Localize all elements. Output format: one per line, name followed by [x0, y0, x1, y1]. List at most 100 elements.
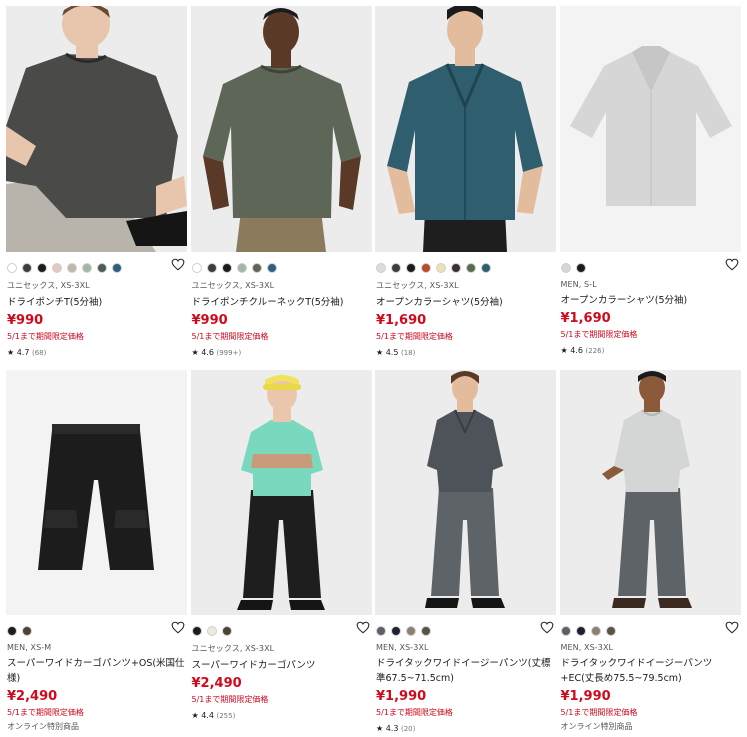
promo-note: 5/1まで期間限定価格 [7, 332, 84, 341]
color-swatches [375, 261, 556, 274]
color-swatch[interactable] [421, 262, 431, 273]
product-card[interactable]: ユニセックス, XS-3XL ドライポンチクルーネックT(5分袖) ¥990 5… [190, 6, 372, 357]
product-name[interactable]: オープンカラーシャツ(5分袖) [375, 295, 556, 310]
color-swatch[interactable] [37, 262, 47, 273]
color-swatch[interactable] [575, 625, 586, 636]
color-swatch[interactable] [436, 262, 446, 273]
color-swatch[interactable] [376, 262, 386, 273]
online-only-note: オンライン特別商品 [7, 722, 79, 731]
product-image[interactable] [6, 370, 187, 615]
color-swatch[interactable] [82, 262, 92, 273]
color-swatch[interactable] [605, 625, 616, 636]
rating-score: 4.6 [201, 348, 214, 357]
color-swatch[interactable] [191, 262, 202, 273]
product-image[interactable] [375, 370, 556, 615]
color-swatch[interactable] [191, 625, 202, 636]
color-swatch[interactable] [391, 625, 401, 636]
product-card[interactable]: ユニセックス, XS-3XL ドライポンチT(5分袖) ¥990 5/1まで期間… [6, 6, 187, 357]
rating-count: (999+) [216, 349, 242, 357]
heart-outline-icon[interactable] [725, 258, 739, 271]
rating-count: (18) [401, 349, 416, 357]
color-swatch[interactable] [22, 262, 32, 273]
product-card[interactable]: ユニセックス, XS-3XL オープンカラーシャツ(5分袖) ¥1,690 5/… [375, 6, 556, 357]
color-swatch[interactable] [406, 625, 416, 636]
rating-count: (68) [32, 349, 47, 357]
rating-score: 4.3 [385, 724, 399, 733]
heart-outline-icon[interactable] [725, 621, 739, 634]
color-swatch[interactable] [421, 625, 431, 636]
star-icon: ★ [191, 711, 199, 720]
product-name[interactable]: ドライタックワイドイージーパンツ(丈標準67.5~71.5cm) [375, 656, 556, 686]
product-image[interactable] [559, 370, 741, 615]
color-swatch[interactable] [481, 262, 491, 273]
product-image[interactable] [190, 370, 372, 615]
product-card[interactable]: MEN, S-L オープンカラーシャツ(5分袖) ¥1,690 5/1まで期間限… [559, 6, 741, 357]
color-swatches [560, 261, 741, 274]
product-image[interactable] [190, 6, 372, 252]
product-name[interactable]: スーパーワイドカーゴパンツ [191, 658, 372, 673]
product-name[interactable]: ドライポンチクルーネックT(5分袖) [191, 295, 372, 310]
color-swatch[interactable] [7, 625, 17, 636]
color-swatch[interactable] [221, 262, 232, 273]
product-rating: ★ 4.3 (20) [375, 724, 556, 733]
product-card[interactable]: MEN, XS-M スーパーワイドカーゴパンツ+OS(米国仕様) ¥2,490 … [6, 370, 187, 733]
promo-note: 5/1まで期間限定価格 [560, 708, 638, 717]
heart-outline-icon[interactable] [171, 621, 185, 634]
color-swatch[interactable] [560, 625, 571, 636]
color-swatch[interactable] [266, 262, 277, 273]
color-swatch[interactable] [451, 262, 461, 273]
color-swatch[interactable] [22, 625, 32, 636]
rating-score: 4.7 [16, 348, 30, 357]
product-card[interactable]: MEN, XS-3XL ドライタックワイドイージーパンツ+EC(丈長め75.5~… [559, 370, 741, 733]
color-swatch[interactable] [67, 262, 77, 273]
color-swatch[interactable] [97, 262, 107, 273]
color-swatch[interactable] [206, 625, 217, 636]
color-swatch[interactable] [466, 262, 476, 273]
color-swatch[interactable] [112, 262, 122, 273]
product-grid: ユニセックス, XS-3XL ドライポンチT(5分袖) ¥990 5/1まで期間… [0, 0, 747, 733]
color-swatches [6, 261, 187, 274]
product-image[interactable] [559, 6, 741, 252]
product-name[interactable]: スーパーワイドカーゴパンツ+OS(米国仕様) [6, 656, 187, 686]
product-meta: MEN, XS-3XL [560, 643, 614, 652]
color-swatches [191, 261, 372, 274]
color-swatch[interactable] [7, 262, 17, 273]
color-swatch[interactable] [590, 625, 601, 636]
color-swatch[interactable] [251, 262, 262, 273]
heart-outline-icon[interactable] [540, 621, 554, 634]
color-swatch[interactable] [221, 625, 232, 636]
color-swatch[interactable] [560, 262, 571, 273]
heart-outline-icon[interactable] [356, 621, 370, 634]
product-name[interactable]: ドライポンチT(5分袖) [6, 295, 187, 310]
heart-outline-icon[interactable] [171, 258, 185, 271]
product-price: ¥2,490 [7, 689, 58, 704]
color-swatch[interactable] [206, 262, 217, 273]
product-meta: ユニセックス, XS-3XL [7, 281, 90, 290]
color-swatch[interactable] [406, 262, 416, 273]
product-rating: ★ 4.5 (18) [375, 348, 556, 357]
promo-note: 5/1まで期間限定価格 [376, 332, 453, 341]
product-rating: ★ 4.6 (226) [560, 346, 741, 355]
star-icon: ★ [376, 348, 384, 357]
color-swatch[interactable] [236, 262, 247, 273]
color-swatch[interactable] [376, 625, 386, 636]
color-swatch[interactable] [575, 262, 586, 273]
product-name[interactable]: オープンカラーシャツ(5分袖) [560, 293, 741, 308]
color-swatch[interactable] [52, 262, 62, 273]
rating-count: (255) [216, 712, 236, 720]
product-image[interactable] [6, 6, 187, 252]
rating-score: 4.5 [385, 348, 399, 357]
product-price: ¥1,990 [376, 689, 427, 704]
color-swatch[interactable] [391, 262, 401, 273]
product-price: ¥1,690 [560, 311, 611, 326]
product-name[interactable]: ドライタックワイドイージーパンツ+EC(丈長め75.5~79.5cm) [560, 656, 741, 686]
product-card[interactable]: ユニセックス, XS-3XL スーパーワイドカーゴパンツ ¥2,490 5/1ま… [190, 370, 372, 733]
rating-score: 4.6 [570, 346, 583, 355]
product-meta: ユニセックス, XS-3XL [191, 644, 275, 653]
product-price: ¥2,490 [191, 676, 242, 691]
product-price: ¥990 [191, 313, 228, 328]
product-image[interactable] [375, 6, 556, 252]
product-card[interactable]: MEN, XS-3XL ドライタックワイドイージーパンツ(丈標準67.5~71.… [375, 370, 556, 733]
promo-note: 5/1まで期間限定価格 [376, 708, 453, 717]
star-icon: ★ [560, 346, 568, 355]
